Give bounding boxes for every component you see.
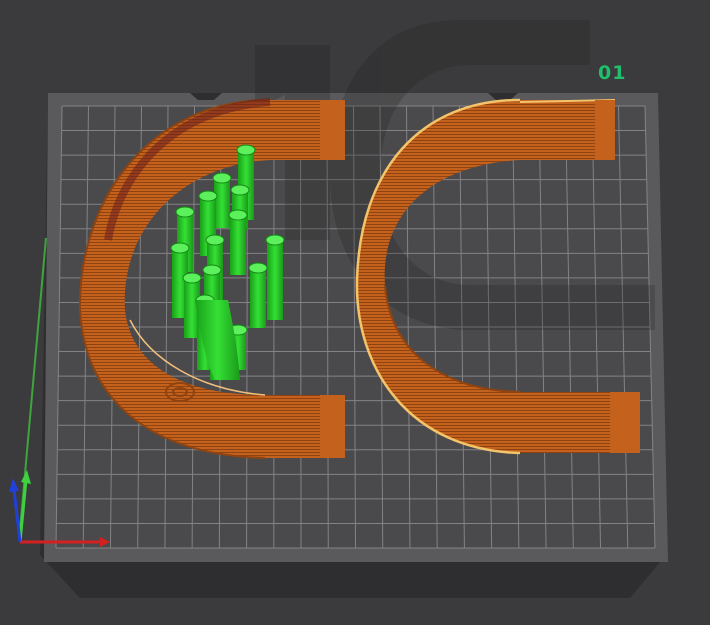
support-tip xyxy=(202,264,222,276)
support-tip xyxy=(228,209,248,221)
support-column xyxy=(250,268,266,328)
support-tip xyxy=(236,144,256,156)
plate-number-label[interactable]: 01 xyxy=(598,62,626,84)
support-tip xyxy=(182,272,202,284)
support-column xyxy=(230,215,246,275)
support-tip xyxy=(230,184,250,196)
support-tip xyxy=(170,242,190,254)
support-tip xyxy=(175,206,195,218)
support-column xyxy=(267,240,283,320)
support-tip xyxy=(212,172,232,184)
support-tip xyxy=(248,262,268,274)
support-tip xyxy=(265,234,285,246)
build-plate-scene[interactable] xyxy=(0,0,710,625)
support-column xyxy=(214,178,230,228)
3d-print-preview-viewport[interactable]: 01 xyxy=(0,0,710,625)
support-tip xyxy=(198,190,218,202)
support-tip xyxy=(205,234,225,246)
